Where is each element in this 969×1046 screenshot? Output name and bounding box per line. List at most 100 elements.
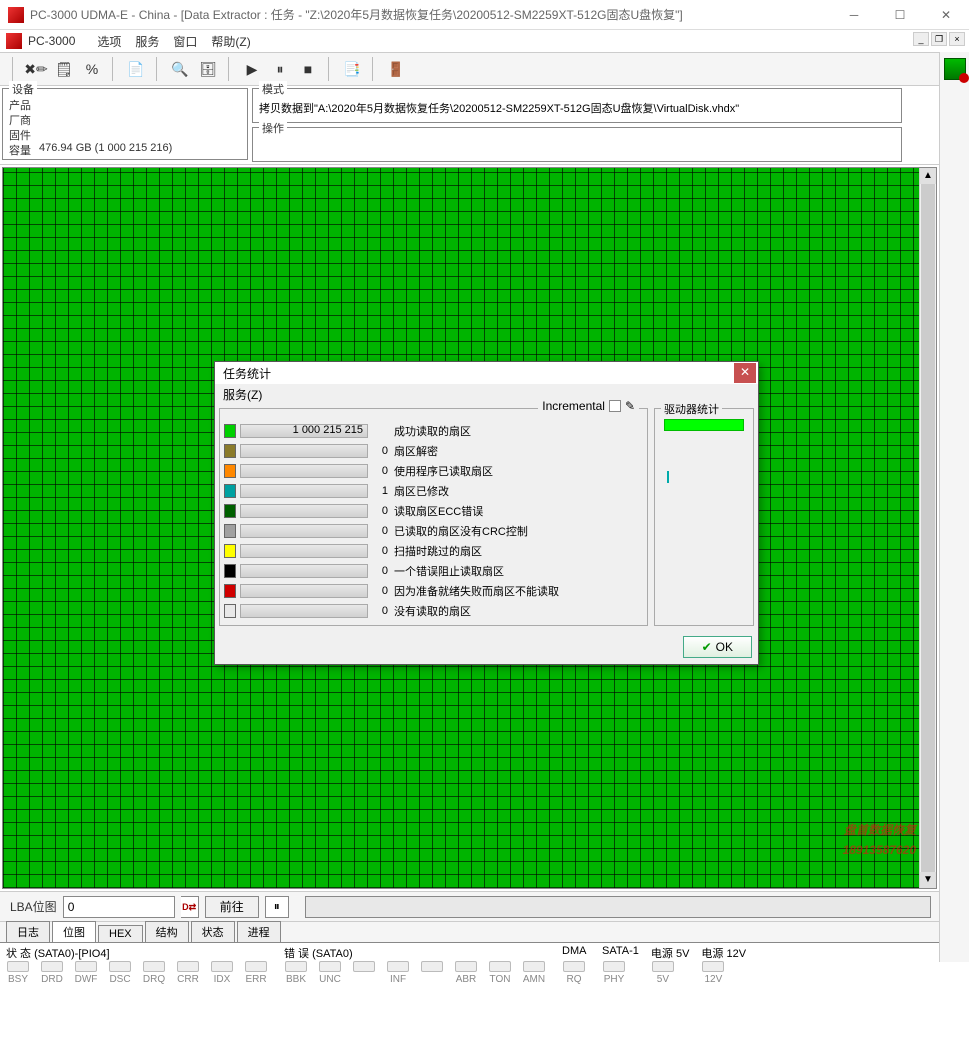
dialog-close-icon[interactable]: ✕: [734, 363, 756, 383]
stat-swatch: [224, 504, 236, 518]
lba-format-toggle[interactable]: D⇄: [181, 896, 199, 918]
stat-swatch: [224, 524, 236, 538]
status-group-title: 状 态 (SATA0)-[PIO4]: [2, 945, 272, 959]
status-led: BSY: [2, 959, 34, 985]
tool-report-icon[interactable]: 📄: [124, 57, 148, 81]
stop-icon[interactable]: ■: [296, 57, 320, 81]
watermark: 盘首数据恢复 18913587620: [843, 820, 916, 860]
stat-row: 0 已读取的扇区没有CRC控制: [224, 521, 643, 541]
menu-window[interactable]: 窗口: [167, 31, 203, 52]
drive-stats-pane: 驱动器统计: [654, 408, 754, 626]
stat-bar: [240, 584, 368, 598]
stat-row: 0 使用程序已读取扇区: [224, 461, 643, 481]
mdi-minimize[interactable]: _: [913, 32, 929, 46]
task-stats-dialog: 任务统计 ✕ 服务(Z) Incremental ✎ 1 000 215 215…: [214, 361, 759, 665]
tab-structure[interactable]: 结构: [145, 921, 189, 942]
tab-log[interactable]: 日志: [6, 921, 50, 942]
device-legend: 设备: [9, 81, 37, 97]
stat-swatch: [224, 444, 236, 458]
tab-process[interactable]: 进程: [237, 921, 281, 942]
lba-pause-icon[interactable]: ⏸: [265, 896, 289, 918]
status-led: 12V: [697, 959, 729, 985]
status-group-title: 电源 12V: [697, 945, 746, 959]
tab-hex[interactable]: HEX: [98, 925, 143, 942]
go-button[interactable]: 前往: [205, 896, 259, 918]
incremental-checkbox[interactable]: [609, 400, 621, 412]
scroll-down-icon[interactable]: ▼: [920, 872, 936, 888]
stat-row: 1 000 215 215 成功读取的扇区: [224, 421, 643, 441]
toolbar: ✖✏ 🗒 % 📄 🔍 🗄 ▶ ⏸ ■ 📑 🚪: [0, 52, 969, 86]
mdi-close[interactable]: ×: [949, 32, 965, 46]
status-led: [348, 959, 380, 985]
ok-button[interactable]: OK: [683, 636, 752, 658]
stat-bar: 1 000 215 215: [240, 424, 368, 438]
scroll-thumb[interactable]: [921, 184, 935, 872]
tool-calc-icon[interactable]: 🗒: [52, 57, 76, 81]
status-led: AMN: [518, 959, 550, 985]
lba-row: LBA位图 D⇄ 前往 ⏸: [0, 891, 939, 921]
menu-service[interactable]: 服务: [129, 31, 165, 52]
stat-bar: [240, 504, 368, 518]
status-led: [416, 959, 448, 985]
exit-icon[interactable]: 🚪: [384, 57, 408, 81]
menu-options[interactable]: 选项: [91, 31, 127, 52]
status-led: DWF: [70, 959, 102, 985]
tab-row: 日志 位图 HEX 结构 状态 进程: [0, 921, 939, 943]
drive-legend: 驱动器统计: [661, 401, 722, 417]
tool-find-icon[interactable]: 🔍: [168, 57, 192, 81]
stats-pane: Incremental ✎ 1 000 215 215 成功读取的扇区 0 扇区…: [219, 408, 648, 626]
stat-row: 0 读取扇区ECC错误: [224, 501, 643, 521]
firmware-label: 固件: [9, 127, 39, 142]
drive-status-icon[interactable]: [944, 58, 966, 80]
stat-label: 成功读取的扇区: [394, 423, 471, 439]
status-group: 电源 12V12V: [697, 945, 746, 989]
status-led: ERR: [240, 959, 272, 985]
mode-panel: 模式 拷贝数据到"A:\2020年5月数据恢复任务\20200512-SM225…: [252, 88, 902, 123]
map-scrollbar[interactable]: ▲ ▼: [919, 168, 936, 888]
status-led: INF: [382, 959, 414, 985]
stat-row: 0 因为准备就绪失败而扇区不能读取: [224, 581, 643, 601]
tool-settings-icon[interactable]: ✖✏: [24, 57, 48, 81]
stat-bar: [240, 444, 368, 458]
dialog-menu-service[interactable]: 服务(Z): [223, 386, 262, 403]
stat-bar: [240, 604, 368, 618]
stat-label: 没有读取的扇区: [394, 603, 471, 619]
close-button[interactable]: ✕: [923, 0, 969, 30]
stat-row: 1 扇区已修改: [224, 481, 643, 501]
minimize-button[interactable]: ─: [831, 0, 877, 30]
stat-label: 读取扇区ECC错误: [394, 503, 483, 519]
status-led: BBK: [280, 959, 312, 985]
app-name: PC-3000: [28, 34, 75, 48]
stat-value: 0: [372, 585, 390, 597]
tab-bitmap[interactable]: 位图: [52, 921, 96, 942]
stat-label: 扇区解密: [394, 443, 438, 459]
incremental-label: Incremental: [542, 399, 605, 413]
tool-copy-icon[interactable]: 📑: [340, 57, 364, 81]
stat-swatch: [224, 584, 236, 598]
capacity-label: 容量: [9, 142, 39, 157]
stat-label: 已读取的扇区没有CRC控制: [394, 523, 528, 539]
play-icon[interactable]: ▶: [240, 57, 264, 81]
maximize-button[interactable]: ☐: [877, 0, 923, 30]
status-group: 错 误 (SATA0)BBKUNCINFABRTONAMN: [280, 945, 550, 989]
stat-label: 扫描时跳过的扇区: [394, 543, 482, 559]
app-icon: [8, 7, 24, 23]
device-panel: 设备 产品 厂商 固件 容量476.94 GB (1 000 215 216): [2, 88, 248, 160]
scroll-up-icon[interactable]: ▲: [920, 168, 936, 184]
status-group-title: SATA-1: [598, 945, 639, 959]
status-led: UNC: [314, 959, 346, 985]
status-group-title: DMA: [558, 945, 590, 959]
menu-help[interactable]: 帮助(Z): [205, 31, 256, 52]
stat-swatch: [224, 564, 236, 578]
tool-db-icon[interactable]: 🗄: [196, 57, 220, 81]
stat-swatch: [224, 464, 236, 478]
mdi-restore[interactable]: ❐: [931, 32, 947, 46]
lba-input[interactable]: [63, 896, 175, 918]
edit-icon[interactable]: ✎: [625, 399, 635, 413]
stat-value: 0: [372, 525, 390, 537]
pause-icon[interactable]: ⏸: [268, 57, 292, 81]
stat-value: 0: [372, 565, 390, 577]
tool-percent-icon[interactable]: %: [80, 57, 104, 81]
stat-bar: [240, 544, 368, 558]
tab-status[interactable]: 状态: [191, 921, 235, 942]
